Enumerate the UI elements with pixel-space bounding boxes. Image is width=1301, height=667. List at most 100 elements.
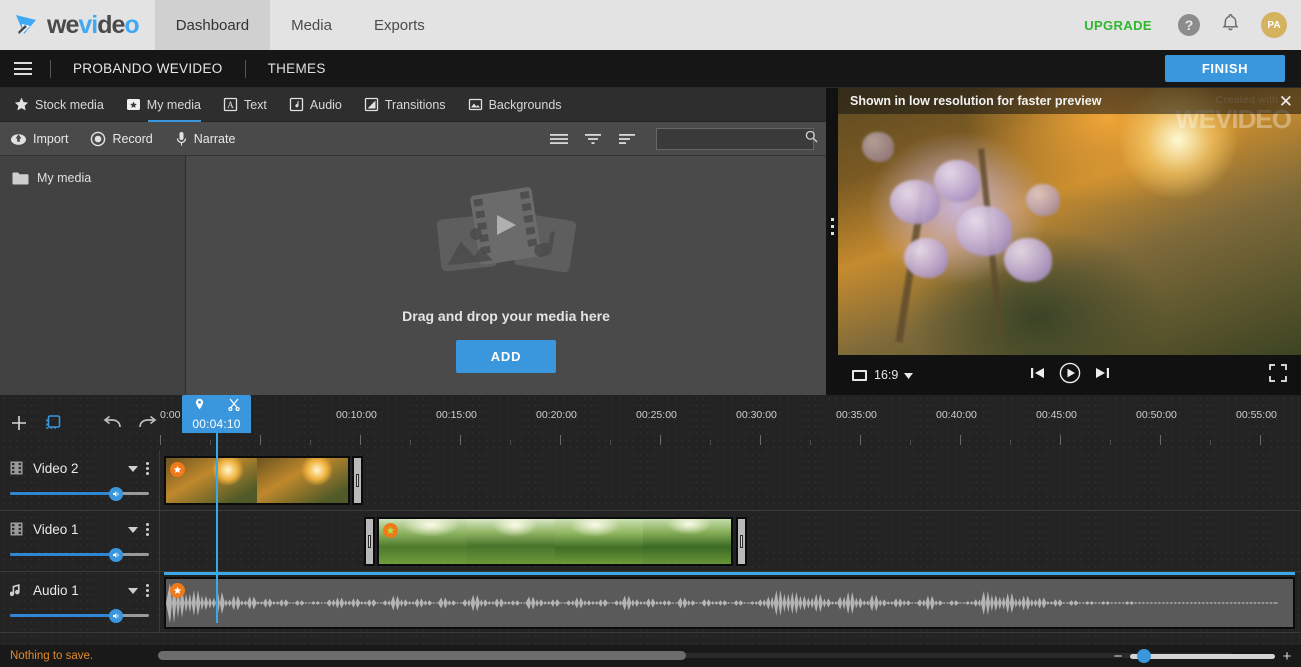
timeline-clip-video-2[interactable] xyxy=(164,456,350,505)
zoom-in-button[interactable]: + xyxy=(1279,649,1295,664)
ruler-tick: 00:40:00 xyxy=(936,409,977,421)
nav-tab-media[interactable]: Media xyxy=(270,0,353,50)
import-button[interactable]: Import xyxy=(10,131,68,146)
preview-panel: Created with ◎ WEVIDEO Shown in low reso… xyxy=(826,88,1301,395)
chevron-down-icon[interactable] xyxy=(122,459,144,477)
track-lane[interactable] xyxy=(160,450,1301,511)
chevron-down-icon[interactable] xyxy=(122,520,144,538)
zoom-out-button[interactable]: − xyxy=(1110,649,1126,664)
clip-trim-handle-right[interactable] xyxy=(736,517,747,566)
scrollbar-thumb[interactable] xyxy=(158,651,686,660)
track-header: Audio 1 xyxy=(0,572,160,633)
undo-icon[interactable] xyxy=(103,415,123,430)
cloud-upload-icon xyxy=(10,131,27,146)
redo-icon[interactable] xyxy=(137,415,157,430)
track-name: Video 1 xyxy=(33,521,79,537)
search-icon[interactable] xyxy=(805,130,818,148)
tab-my-media[interactable]: My media xyxy=(126,88,202,122)
clip-transition-badge-icon[interactable] xyxy=(170,583,185,598)
add-track-plus-icon[interactable] xyxy=(10,414,28,432)
record-button[interactable]: Record xyxy=(90,131,153,147)
close-x-icon[interactable]: ✕ xyxy=(1279,93,1293,110)
sidebar-item-my-media[interactable]: My media xyxy=(0,166,185,190)
fullscreen-icon[interactable] xyxy=(1269,363,1287,387)
project-bar: PROBANDO WEVIDEO THEMES FINISH xyxy=(0,50,1301,88)
nav-tab-dashboard[interactable]: Dashboard xyxy=(154,0,271,50)
preview-decor-flower xyxy=(862,132,894,162)
chevron-down-icon[interactable] xyxy=(122,581,144,599)
pin-marker-icon[interactable] xyxy=(194,398,205,416)
microphone-icon xyxy=(175,131,188,147)
themes-button[interactable]: THEMES xyxy=(246,61,348,76)
add-media-button[interactable]: ADD xyxy=(456,339,556,373)
preview-overflow-vertical-dots-icon[interactable] xyxy=(827,216,838,237)
timeline-ruler[interactable]: 0:00 00:10:00 00:15:00 00:20:00 00:25:00… xyxy=(160,395,1301,450)
track-volume-slider[interactable] xyxy=(10,548,149,562)
tab-stock-media[interactable]: Stock media xyxy=(14,88,104,122)
clip-trim-handle-right[interactable] xyxy=(352,456,363,505)
clip-transition-badge-icon[interactable] xyxy=(170,462,185,477)
search-input-wrapper[interactable] xyxy=(656,127,818,150)
scissors-icon[interactable] xyxy=(227,398,240,416)
track-lane[interactable] xyxy=(160,572,1301,633)
help-icon[interactable]: ? xyxy=(1178,14,1200,36)
frame-rect-icon xyxy=(852,369,867,381)
track-menu-vertical-dots-icon[interactable] xyxy=(144,461,149,476)
clip-transition-badge-icon[interactable] xyxy=(383,523,398,538)
clip-thumbnail xyxy=(555,519,643,564)
tab-backgrounds-label: Backgrounds xyxy=(488,97,562,112)
tab-text[interactable]: A Text xyxy=(223,88,267,122)
bell-icon[interactable] xyxy=(1222,13,1239,37)
aspect-ratio-selector[interactable]: 16:9 xyxy=(852,368,914,382)
play-icon[interactable] xyxy=(1059,362,1081,389)
ruler-tick: 00:10:00 xyxy=(336,409,377,421)
track-volume-slider[interactable] xyxy=(10,487,149,501)
avatar[interactable]: PA xyxy=(1261,12,1287,38)
search-input[interactable] xyxy=(663,132,805,145)
timeline-zoom-control: − + xyxy=(1110,648,1295,664)
tab-audio[interactable]: Audio xyxy=(289,88,342,122)
wevideo-logo[interactable]: wevideo xyxy=(0,0,155,50)
list-view-icon[interactable] xyxy=(546,128,572,150)
text-a-icon: A xyxy=(223,97,238,112)
timeline-tracks: Video 2 Video 1 Audio 1 xyxy=(0,450,1301,633)
film-strip-icon xyxy=(10,522,24,536)
filter-icon[interactable] xyxy=(580,128,606,150)
track-menu-vertical-dots-icon[interactable] xyxy=(144,583,149,598)
media-placeholder-illustration xyxy=(431,179,581,294)
finish-button[interactable]: FINISH xyxy=(1165,55,1285,82)
ruler-tick: 00:30:00 xyxy=(736,409,777,421)
zoom-slider-knob[interactable] xyxy=(1137,649,1151,663)
volume-knob[interactable] xyxy=(108,609,123,623)
zoom-slider[interactable] xyxy=(1130,648,1275,664)
audio-note-icon xyxy=(289,97,304,112)
tab-transitions[interactable]: Transitions xyxy=(364,88,446,122)
project-name[interactable]: PROBANDO WEVIDEO xyxy=(51,61,245,76)
hamburger-menu-icon[interactable] xyxy=(14,62,32,75)
ruler-tick: 00:35:00 xyxy=(836,409,877,421)
volume-knob[interactable] xyxy=(108,548,123,562)
track-menu-vertical-dots-icon[interactable] xyxy=(144,522,149,537)
tab-backgrounds[interactable]: Backgrounds xyxy=(468,88,562,122)
media-panel: Stock media My media A Text Audio Transi… xyxy=(0,88,826,395)
clip-trim-handle-left[interactable] xyxy=(364,517,375,566)
media-dropzone[interactable]: Drag and drop your media here ADD xyxy=(186,156,826,395)
skip-next-icon[interactable] xyxy=(1095,366,1110,385)
timeline-clip-audio-1[interactable] xyxy=(164,577,1295,629)
narrate-button[interactable]: Narrate xyxy=(175,131,235,147)
timeline-clip-video-1[interactable] xyxy=(377,517,733,566)
timeline-horizontal-scrollbar[interactable] xyxy=(158,651,1233,660)
top-navigation-bar: wevideo Dashboard Media Exports UPGRADE … xyxy=(0,0,1301,50)
playhead-line[interactable] xyxy=(216,433,218,623)
track-volume-slider[interactable] xyxy=(10,609,149,623)
sort-icon[interactable] xyxy=(614,128,640,150)
preview-video-surface[interactable] xyxy=(838,88,1301,355)
nav-tab-exports[interactable]: Exports xyxy=(353,0,446,50)
track-lane[interactable] xyxy=(160,511,1301,572)
playhead-handle[interactable]: 00:04:10 xyxy=(182,395,251,433)
volume-knob[interactable] xyxy=(108,487,123,501)
upgrade-link[interactable]: UPGRADE xyxy=(1084,18,1152,33)
audio-clip-selection-bar xyxy=(164,572,1295,575)
duplicate-track-icon[interactable] xyxy=(44,413,63,432)
skip-previous-icon[interactable] xyxy=(1030,366,1045,385)
